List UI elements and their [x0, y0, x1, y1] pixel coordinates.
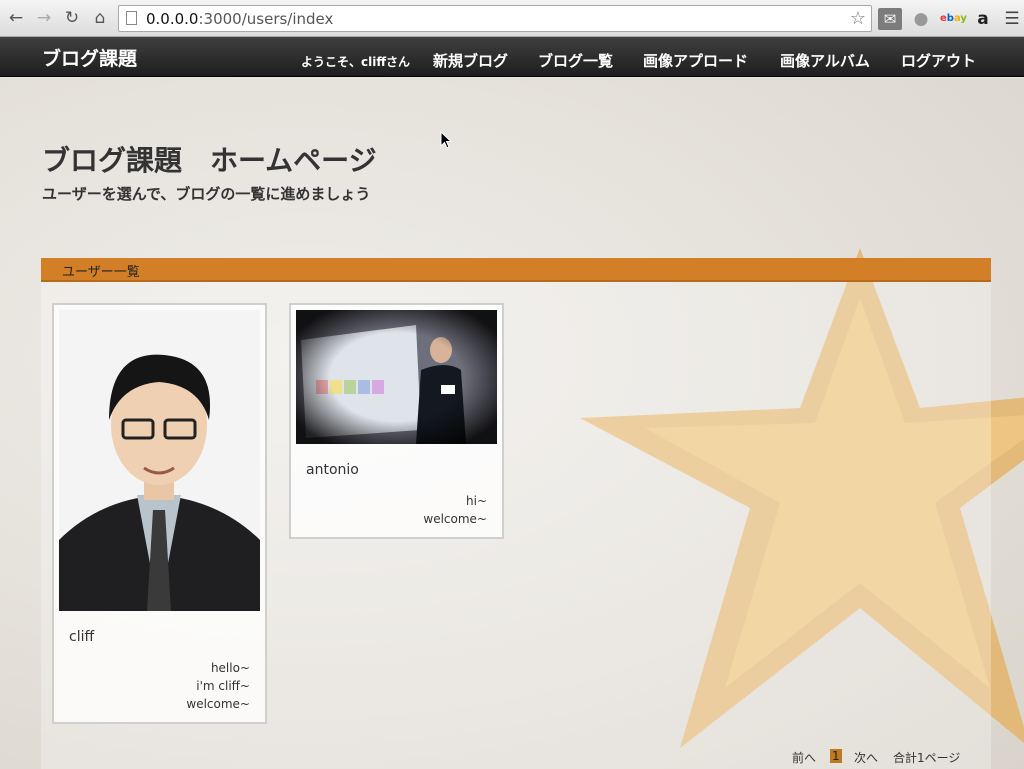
nav-image-album[interactable]: 画像アルバム: [780, 50, 870, 71]
address-bar[interactable]: 0.0.0.0:3000/users/index ☆: [118, 5, 872, 32]
nav-blog-list[interactable]: ブログ一覧: [538, 50, 613, 71]
url-host: 0.0.0.0: [146, 10, 199, 28]
message-line: welcome~: [186, 697, 250, 711]
user-card[interactable]: antonio hi~ welcome~: [289, 303, 504, 539]
reload-icon[interactable]: ↻: [62, 8, 82, 28]
globe-icon[interactable]: ●: [910, 8, 932, 30]
nav-logout[interactable]: ログアウト: [901, 50, 976, 71]
message-line: hello~: [210, 661, 250, 675]
page-subtitle: ユーザーを選んで、ブログの一覧に進めましょう: [42, 185, 371, 203]
user-avatar-photo[interactable]: [59, 310, 260, 611]
gmail-icon[interactable]: ✉: [878, 8, 902, 30]
message-line: hi~: [466, 494, 487, 508]
page-title: ブログ課題 ホームページ: [42, 144, 377, 177]
user-avatar-photo[interactable]: [296, 310, 497, 444]
back-icon[interactable]: ←: [6, 8, 26, 28]
amazon-icon[interactable]: a: [974, 8, 992, 30]
users-panel-header: ユーザー一覧: [41, 258, 991, 282]
message-line: i'm cliff~: [196, 679, 250, 693]
page-icon: [126, 11, 137, 25]
message-line: welcome~: [423, 512, 487, 526]
welcome-text: ようこそ、cliffさん: [301, 55, 411, 69]
user-name[interactable]: antonio: [306, 462, 359, 478]
ebay-icon[interactable]: ebay: [940, 8, 967, 30]
star-icon[interactable]: ☆: [850, 8, 866, 29]
brand-link[interactable]: ブログ課題: [42, 44, 137, 71]
url-text: 0.0.0.0:3000/users/index: [146, 10, 333, 28]
pagination-current-page[interactable]: 1: [830, 749, 842, 763]
home-icon[interactable]: ⌂: [90, 8, 110, 28]
forward-icon[interactable]: →: [34, 8, 54, 28]
site-navbar: ブログ課題 ようこそ、cliffさん 新規ブログ ブログ一覧 画像アプロード 画…: [0, 37, 1024, 77]
menu-icon[interactable]: ☰: [1002, 8, 1022, 30]
users-panel-title: ユーザー一覧: [62, 265, 140, 280]
user-name[interactable]: cliff: [69, 629, 94, 645]
nav-new-blog[interactable]: 新規ブログ: [433, 50, 508, 71]
user-card[interactable]: cliff hello~ i'm cliff~ welcome~: [52, 303, 267, 724]
nav-image-upload[interactable]: 画像アプロード: [643, 50, 748, 71]
browser-toolbar: ← → ↻ ⌂ 0.0.0.0:3000/users/index ☆ ✉ ● e…: [0, 0, 1024, 37]
user-message: hello~ i'm cliff~ welcome~: [186, 659, 250, 713]
url-path: :3000/users/index: [198, 10, 334, 28]
pagination-total: 合計1ページ: [893, 751, 961, 765]
pagination-next[interactable]: 次へ: [854, 749, 878, 766]
mouse-cursor-icon: [440, 131, 452, 149]
pagination-prev[interactable]: 前へ: [792, 749, 816, 766]
user-message: hi~ welcome~: [423, 492, 487, 528]
